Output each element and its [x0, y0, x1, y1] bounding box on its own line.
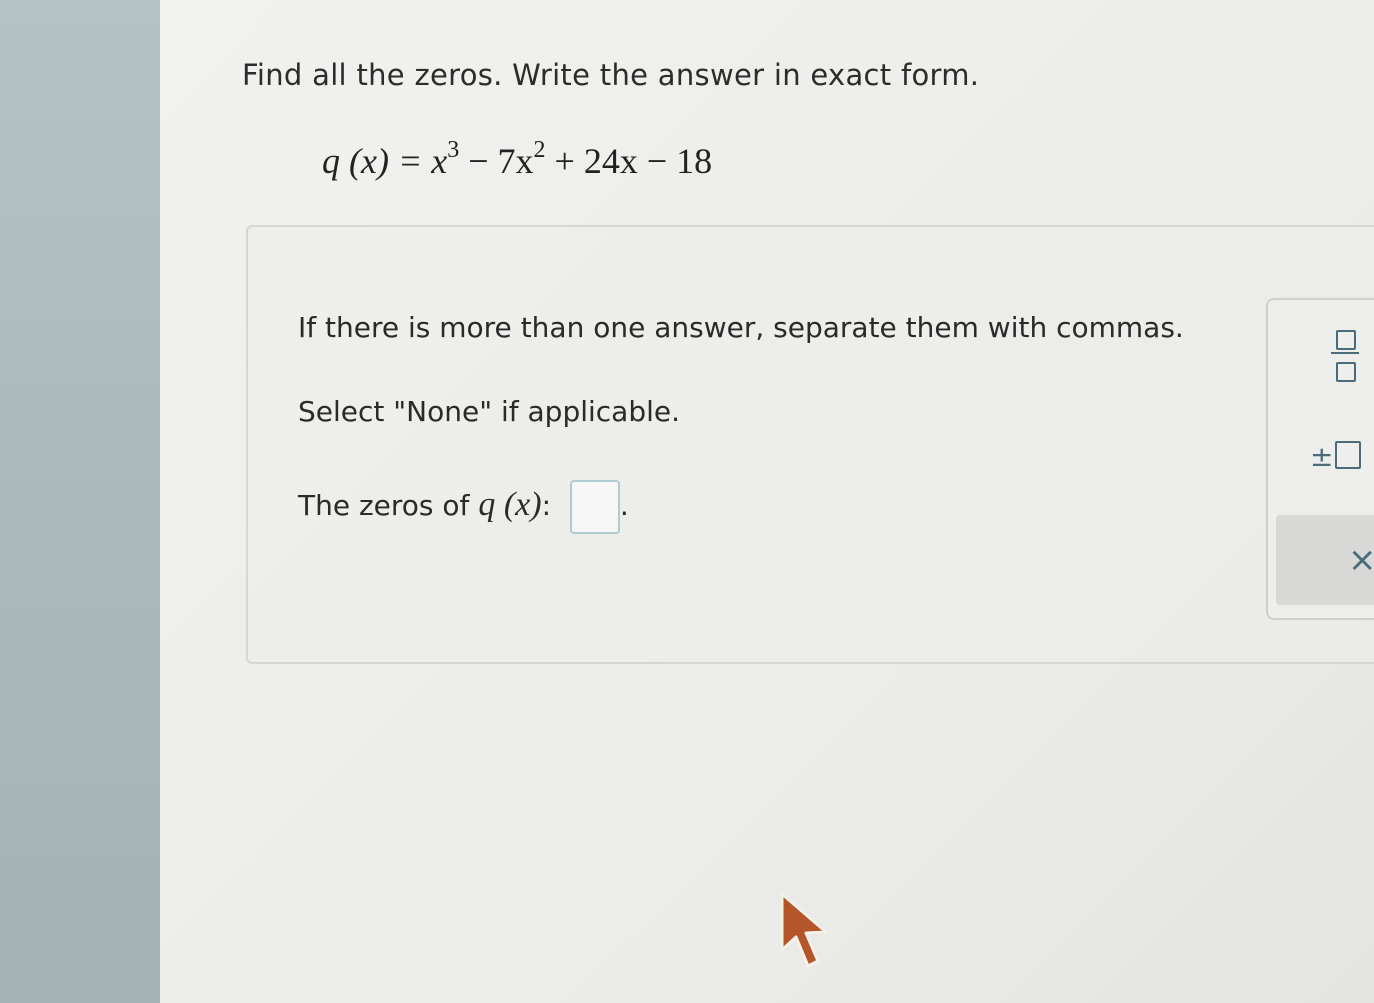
plus-minus-button[interactable]: ± — [1310, 440, 1362, 473]
equation-exponent-2: 2 — [533, 137, 546, 163]
left-background-strip — [0, 0, 165, 1003]
zeros-colon: : — [541, 489, 551, 522]
mouse-cursor-icon — [780, 892, 828, 968]
instruction-none: Select "None" if applicable. — [298, 395, 681, 428]
equation-exponent-3: 3 — [447, 137, 460, 163]
problem-title: Find all the zeros. Write the answer in … — [242, 58, 980, 92]
zeros-answer-input[interactable] — [569, 480, 620, 534]
clear-button[interactable]: × — [1348, 540, 1374, 580]
answer-panel — [246, 225, 1374, 664]
equation-x2-term: − 7x — [468, 141, 534, 181]
fraction-button[interactable] — [1328, 324, 1362, 386]
plus-minus-box-icon — [1335, 441, 1362, 469]
plus-minus-icon: ± — [1310, 440, 1334, 473]
zeros-function: q (x) — [478, 486, 542, 523]
equation-tail: + 24x − 18 — [554, 141, 713, 181]
zeros-period: . — [619, 489, 629, 522]
equation-lhs: q (x) = — [322, 141, 423, 181]
zeros-label: The zeros of — [298, 489, 479, 522]
equation-x-term: x — [431, 141, 448, 181]
zeros-prompt: The zeros of q (x): . — [298, 480, 629, 534]
polynomial-equation: q (x) = x3 − 7x2 + 24x − 18 — [322, 137, 713, 182]
fraction-denominator-icon — [1336, 362, 1356, 382]
fraction-numerator-icon — [1336, 330, 1356, 350]
fraction-bar-icon — [1331, 352, 1359, 354]
instruction-commas: If there is more than one answer, separa… — [298, 311, 1184, 344]
